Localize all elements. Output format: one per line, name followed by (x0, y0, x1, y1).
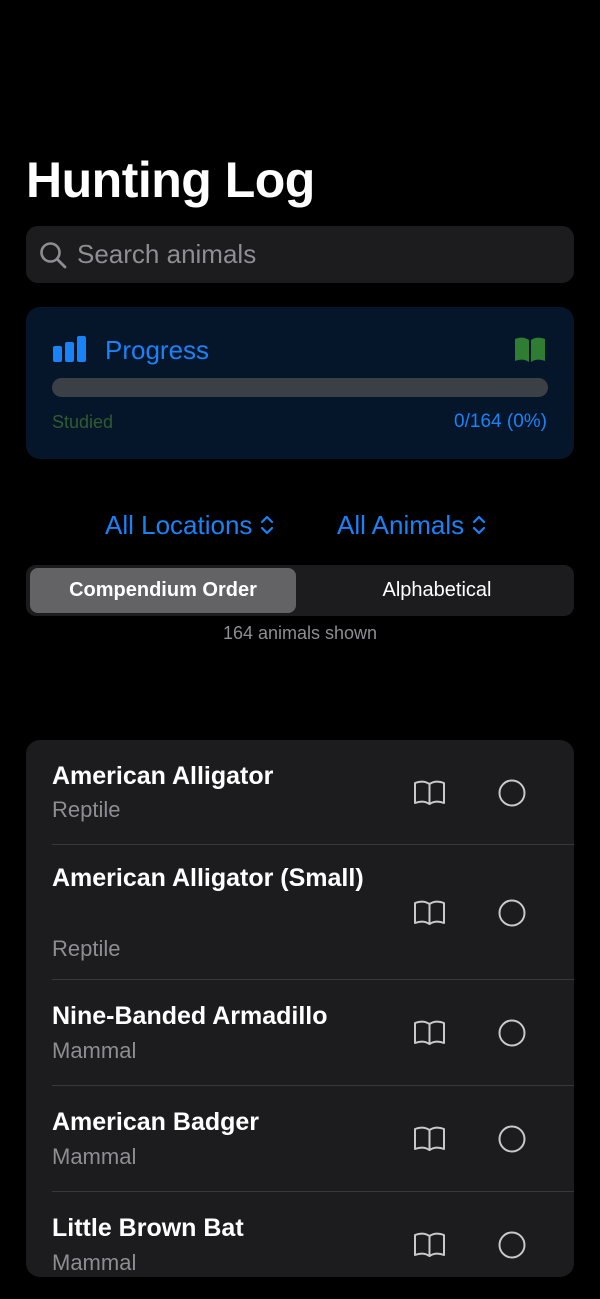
animal-name: Nine-Banded Armadillo (52, 1002, 328, 1030)
progress-bar (52, 378, 548, 397)
book-icon[interactable] (413, 1126, 446, 1152)
list-item[interactable]: American Badger Mammal (26, 1086, 574, 1192)
animal-type: Mammal (52, 1250, 137, 1275)
animal-name: American Alligator (52, 762, 274, 790)
book-icon[interactable] (413, 780, 446, 806)
animal-type: Reptile (52, 797, 121, 822)
page-title: Hunting Log (26, 152, 315, 208)
search-bar[interactable]: Search animals (26, 226, 574, 283)
book-icon[interactable] (413, 1020, 446, 1046)
sort-option-compendium-order[interactable]: Compendium Order (30, 568, 296, 613)
book-icon[interactable] (413, 900, 446, 926)
animal-type: Mammal (52, 1038, 137, 1063)
book-icon[interactable] (413, 1232, 446, 1258)
progress-title: Progress (105, 335, 210, 365)
location-filter-button[interactable]: All Locations (105, 508, 274, 542)
animal-filter-label: All Animals (337, 510, 465, 540)
studied-count: 0/164 (0%) (454, 411, 547, 432)
checkbox-circle-icon[interactable] (498, 1019, 526, 1047)
animals-shown-count: 164 animals shown (222, 623, 378, 643)
list-item[interactable]: Nine-Banded Armadillo Mammal (26, 980, 574, 1086)
animal-name: American Badger (52, 1108, 260, 1136)
search-icon (40, 242, 67, 269)
animal-type: Mammal (52, 1144, 137, 1169)
book-filled-icon (515, 337, 545, 362)
animal-type: Reptile (52, 936, 121, 961)
list-item[interactable]: American Alligator Reptile (26, 740, 574, 845)
chevron-up-down-icon (261, 515, 274, 535)
list-item[interactable]: American Alligator (Small) Reptile (26, 845, 574, 980)
chart-bars-icon (53, 336, 86, 362)
checkbox-circle-icon[interactable] (498, 779, 526, 807)
animal-list: American Alligator Reptile American Alli… (26, 740, 574, 1277)
list-item[interactable]: Little Brown Bat Mammal (26, 1192, 574, 1277)
search-input[interactable]: Search animals (77, 226, 256, 283)
sort-segmented-control: Compendium Order Alphabetical (26, 565, 574, 616)
sort-option-alphabetical[interactable]: Alphabetical (302, 568, 572, 613)
chevron-up-down-icon (473, 515, 486, 535)
checkbox-circle-icon[interactable] (498, 1231, 526, 1259)
location-filter-label: All Locations (105, 510, 253, 540)
animal-filter-button[interactable]: All Animals (337, 508, 486, 542)
studied-label: Studied (52, 412, 114, 432)
checkbox-circle-icon[interactable] (498, 1125, 526, 1153)
checkbox-circle-icon[interactable] (498, 899, 526, 927)
animal-name: Little Brown Bat (52, 1214, 244, 1242)
animal-name: American Alligator (Small) (52, 864, 364, 892)
